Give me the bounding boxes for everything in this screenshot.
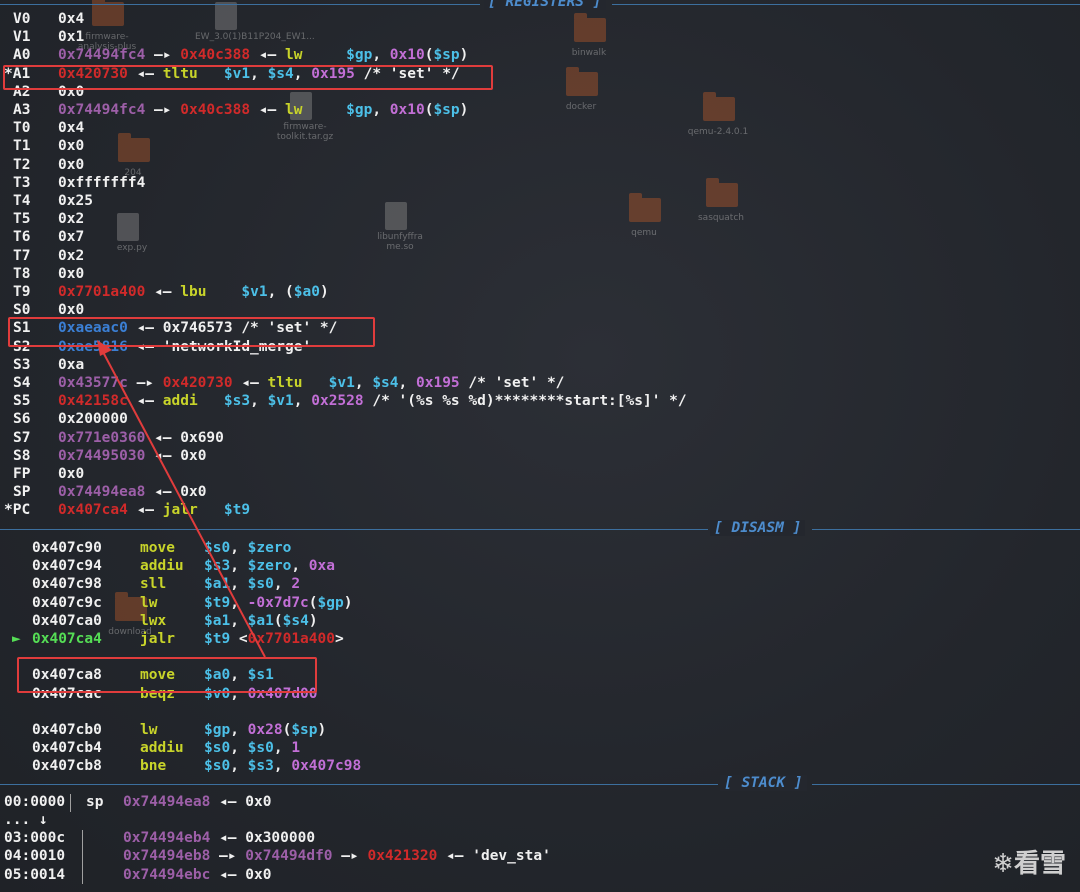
snowflake-icon: ❄ — [992, 849, 1014, 879]
annotation-arrow — [97, 340, 266, 658]
kanxue-watermark: ❄看雪 — [992, 849, 1066, 879]
